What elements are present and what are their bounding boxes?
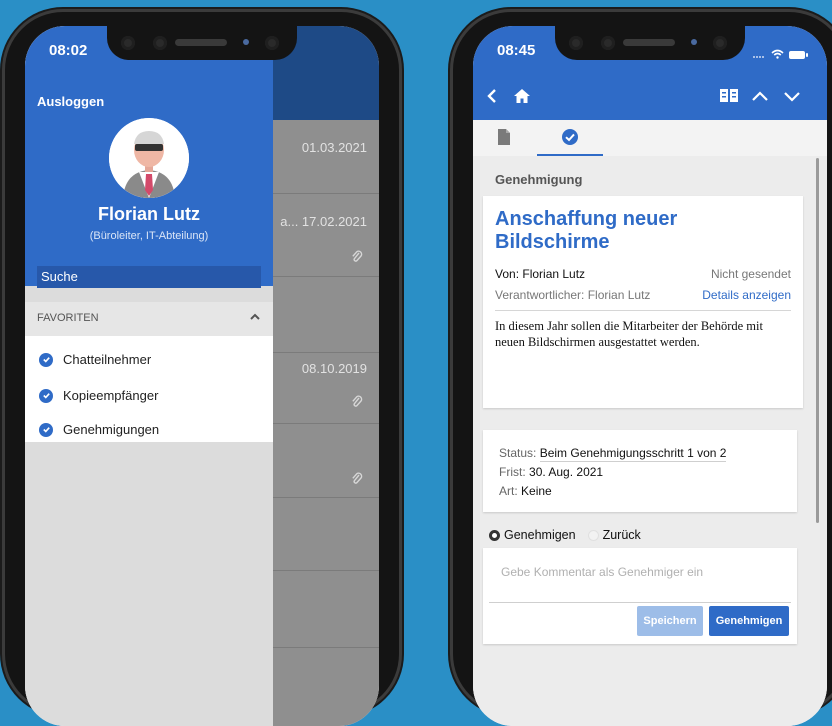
camera-icon [153,36,167,50]
list-item[interactable]: a... 17.02.2021 [273,194,379,277]
home-icon[interactable] [513,88,531,109]
from-row: Von: Florian Lutz Nicht gesendet [495,267,791,281]
speaker [175,39,227,46]
right-screen: 08:45 Genehmigung Anschaffung neuer Bild… [473,26,827,726]
comment-underline [489,602,791,603]
list-item-date: a... 17.02.2021 [280,214,367,229]
user-name: Florian Lutz [98,204,200,224]
check-circle-icon [562,129,578,145]
camera-icon [569,36,583,50]
type-line: Art: Keine [499,484,552,498]
from-text: Von: Florian Lutz [495,267,586,281]
chevron-up-icon[interactable] [751,88,769,109]
back-radio-label: Zurück [602,528,641,542]
details-link[interactable]: Details anzeigen [702,288,791,302]
type-label: Art: [499,484,518,498]
list-item-date: 08.10.2019 [301,361,367,376]
responsible-text: Verantwortlicher: Florian Lutz [495,288,651,302]
check-circle-icon [39,422,53,437]
status-time: 08:02 [49,42,88,59]
favorite-label: Kopieempfänger [63,388,159,403]
check-circle-icon [39,352,53,367]
responsible-row: Verantwortlicher: Florian Lutz Details a… [495,288,791,302]
list-item[interactable] [273,424,379,498]
chevron-down-icon[interactable] [783,88,801,109]
radio-selected-icon [489,529,500,541]
status-card: Status: Beim Genehmigungsschritt 1 von 2… [483,430,797,512]
sensor-dot [243,39,249,45]
back-radio[interactable]: Zurück [587,528,641,542]
side-drawer: Ausloggen Florian Lutz (Büroleiter, IT-A… [25,26,273,726]
chevron-up-icon[interactable] [249,310,261,328]
avatar [109,118,189,198]
decision-radio-group: Genehmigen Zurück [489,528,641,542]
radio-unselected-icon [587,529,599,541]
user-role: (Büroleiter, IT-Abteilung) [89,230,209,242]
back-chevron-icon[interactable] [485,88,499,109]
phone-left: 08:02 01.03.2021 a... 17.02.2021 08.10.2… [5,12,399,726]
background-list: 01.03.2021 a... 17.02.2021 08.10.2019 [273,26,379,726]
document-description: In diesem Jahr sollen die Mitarbeiter de… [495,319,763,349]
battery-icon [789,51,808,59]
signal-icon [752,46,766,64]
camera-icon [601,36,615,50]
list-item[interactable] [273,498,379,571]
status-icons [752,46,808,64]
favorites-list: Chatteilnehmer Kopieempfänger Genehmigun… [25,336,273,442]
type-value: Keine [521,484,552,498]
approve-button[interactable]: Genehmigen [709,606,789,636]
tab-document[interactable] [497,128,511,151]
camera-icon [265,36,279,50]
list-item[interactable] [273,571,379,648]
status-line: Status: Beim Genehmigungsschritt 1 von 2 [499,446,727,462]
section-title: Genehmigung [495,172,583,187]
deadline-label: Frist: [499,465,526,479]
status-value: Beim Genehmigungsschritt 1 von 2 [539,446,727,462]
save-button[interactable]: Speichern [637,606,703,636]
list-item[interactable]: 01.03.2021 [273,120,379,194]
favorite-label: Chatteilnehmer [63,352,152,367]
list-item[interactable] [273,277,379,353]
comment-input[interactable] [499,564,783,580]
comment-card: Speichern Genehmigen [483,548,797,644]
camera-icon [121,36,135,50]
scrollbar[interactable] [816,158,819,523]
divider [495,310,791,311]
wifi-icon [771,46,784,64]
status-label: Status: [499,446,537,460]
paperclip-icon [351,472,363,489]
favorite-item-genehmigungen[interactable]: Genehmigungen [39,422,159,437]
notch [107,26,297,60]
favorite-item-kopieempfaenger[interactable]: Kopieempfänger [39,388,158,403]
camera-icon [713,36,727,50]
deadline-value: 30. Aug. 2021 [529,465,604,479]
phone-right: 08:45 Genehmigung Anschaffung neuer Bild… [453,12,832,726]
favorite-label: Genehmigungen [63,422,160,437]
favorites-title: FAVORITEN [37,312,99,324]
tab-bar [473,120,827,156]
sensor-dot [691,39,697,45]
approve-radio[interactable]: Genehmigen [489,528,576,542]
approve-radio-label: Genehmigen [504,528,576,542]
document-icon [498,129,510,145]
notch [555,26,745,60]
paperclip-icon [351,395,363,412]
favorite-item-chatteilnehmer[interactable]: Chatteilnehmer [39,352,151,367]
left-screen: 08:02 01.03.2021 a... 17.02.2021 08.10.2… [25,26,379,726]
paperclip-icon [351,250,363,267]
logout-button[interactable]: Ausloggen [37,94,104,109]
favorites-header[interactable]: FAVORITEN [25,302,273,337]
tab-approval[interactable] [561,128,579,151]
search-input[interactable]: Suche [37,266,261,288]
book-icon[interactable] [719,88,739,109]
list-item-date: 01.03.2021 [301,140,367,155]
check-circle-icon [39,388,53,403]
document-card: Anschaffung neuer Bildschirme Von: Flori… [483,196,803,408]
document-title: Anschaffung neuer Bildschirme [495,208,678,253]
speaker [623,39,675,46]
status-time: 08:45 [497,42,536,59]
send-status: Nicht gesendet [710,267,791,281]
deadline-line: Frist: 30. Aug. 2021 [499,465,603,479]
list-item[interactable]: 08.10.2019 [273,353,379,424]
